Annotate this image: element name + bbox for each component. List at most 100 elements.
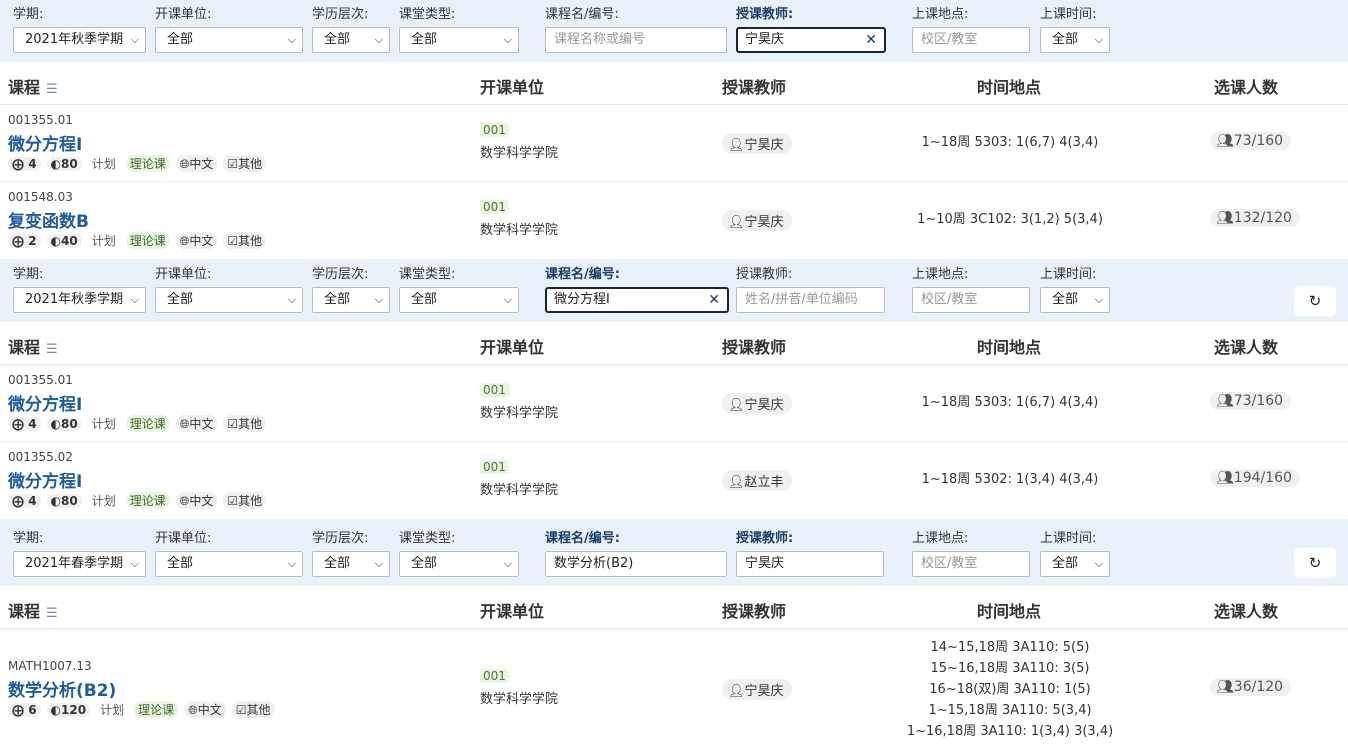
type-select[interactable]: 全部 ⌵ bbox=[399, 27, 519, 53]
search-panel-3: 学期: 2021年春季学期 ⌵ 开课单位: 全部 ⌵ 学历层次: 全部 ⌵ 课堂类型:… bbox=[0, 520, 1348, 753]
check-square-icon: ☑ bbox=[227, 234, 239, 248]
search-panel-2: 学期: 2021年秋季学期 ⌵ 开课单位: 全部 ⌵ 学历层次: 全部 ⌵ 课堂类型:… bbox=[0, 260, 1348, 520]
teacher-badge[interactable]: 👤︎宁昊庆 bbox=[722, 393, 792, 414]
credit-value: 4 bbox=[28, 157, 37, 171]
time-filter: 上课时间: 全部 ⌵ bbox=[1040, 266, 1110, 313]
place-input[interactable]: 校区/教室 bbox=[912, 27, 1030, 53]
other-tag: ☑其他 bbox=[223, 492, 267, 509]
level-select[interactable]: 全部 ⌵ bbox=[312, 287, 390, 313]
teacher-input[interactable]: 姓名/拼音/单位编码 bbox=[736, 287, 885, 313]
place-input[interactable]: 校区/教室 bbox=[912, 287, 1030, 313]
sort-icon[interactable]: ☰ bbox=[46, 82, 58, 97]
hours-badge: ◐120 bbox=[46, 703, 91, 717]
course-name-link[interactable]: 复变函数B bbox=[8, 207, 89, 232]
chevron-down-icon: ⌵ bbox=[374, 33, 383, 46]
enroll-count: 73/160 bbox=[1233, 393, 1284, 409]
unit-value: 全部 bbox=[167, 556, 194, 571]
course-name-link[interactable]: 微分方程I bbox=[8, 467, 82, 492]
type-select[interactable]: 全部 ⌵ bbox=[399, 287, 519, 313]
type-select[interactable]: 全部 ⌵ bbox=[399, 551, 519, 577]
table-row[interactable]: 001355.02 微分方程I ⨁ 4 ◐80 计划 理论课 🌐︎中文 ☑其他 001 数… bbox=[0, 442, 1348, 520]
course-input[interactable]: 课程名称或编号 bbox=[545, 27, 727, 53]
teacher-badge[interactable]: 👤︎宁昊庆 bbox=[722, 210, 792, 231]
other-tag: ☑其他 bbox=[231, 701, 275, 718]
header-course[interactable]: 课程 ☰ bbox=[8, 74, 58, 98]
course-tags: ⨁ 4 ◐80 计划 理论课 🌐︎中文 ☑其他 bbox=[8, 492, 272, 509]
course-input[interactable]: 微分方程I ✕ bbox=[545, 287, 729, 313]
time-value: 全部 bbox=[1052, 556, 1079, 571]
term-select[interactable]: 2021年秋季学期 ⌵ bbox=[13, 27, 146, 53]
level-filter: 学历层次: 全部 ⌵ bbox=[312, 530, 390, 577]
clear-icon[interactable]: ✕ bbox=[708, 289, 720, 311]
hours-value: 120 bbox=[61, 703, 87, 717]
people-icon: 👥︎ bbox=[1216, 133, 1234, 149]
header-course[interactable]: 课程 ☰ bbox=[8, 334, 58, 358]
level-value: 全部 bbox=[324, 556, 351, 571]
credit-value: 6 bbox=[28, 703, 37, 717]
term-select[interactable]: 2021年秋季学期 ⌵ bbox=[13, 287, 146, 313]
level-filter: 学历层次: 全部 ⌵ bbox=[312, 266, 390, 313]
teacher-badge[interactable]: 👤︎赵立丰 bbox=[722, 470, 792, 491]
chevron-down-icon: ⌵ bbox=[1094, 293, 1103, 306]
course-name-link[interactable]: 数学分析(B2) bbox=[8, 676, 116, 701]
time-place: 1~18周 5303: 1(6,7) 4(3,4) bbox=[880, 392, 1140, 413]
reset-button[interactable]: ↻ bbox=[1294, 548, 1336, 578]
time-place-line: 15~16,18周 3A110: 3(5) bbox=[930, 661, 1090, 676]
type-value: 全部 bbox=[411, 292, 438, 307]
teacher-badge[interactable]: 👤︎宁昊庆 bbox=[722, 133, 792, 154]
course-tags: ⨁ 2 ◐40 计划 理论课 🌐︎中文 ☑其他 bbox=[8, 232, 272, 249]
time-place-line: 1~18周 5303: 1(6,7) 4(3,4) bbox=[921, 395, 1099, 410]
type-label: 课堂类型: bbox=[399, 531, 456, 546]
filter-bar: 学期: 2021年秋季学期 ⌵ 开课单位: 全部 ⌵ 学历层次: 全部 ⌵ 课堂类型:… bbox=[0, 260, 1348, 322]
hours-badge: ◐80 bbox=[46, 494, 82, 508]
enroll-badge: 👥︎132/120 bbox=[1210, 209, 1300, 227]
sort-icon[interactable]: ☰ bbox=[46, 342, 58, 357]
check-square-icon: ☑ bbox=[227, 417, 239, 431]
other-tag: ☑其他 bbox=[223, 155, 267, 172]
unit-select[interactable]: 全部 ⌵ bbox=[155, 551, 303, 577]
table-row[interactable]: MATH1007.13 数学分析(B2) ⨁ 6 ◐120 计划 理论课 🌐︎中文 ☑其他… bbox=[0, 629, 1348, 753]
course-name-link[interactable]: 微分方程I bbox=[8, 390, 82, 415]
type-label: 课堂类型: bbox=[399, 7, 456, 22]
time-place-line: 1~18周 5302: 1(3,4) 4(3,4) bbox=[921, 472, 1099, 487]
unit-select[interactable]: 全部 ⌵ bbox=[155, 27, 303, 53]
course-input[interactable]: 数学分析(B2) bbox=[545, 551, 727, 577]
table-row[interactable]: 001548.03 复变函数B ⨁ 2 ◐40 计划 理论课 🌐︎中文 ☑其他 001 数… bbox=[0, 182, 1348, 260]
teacher-input[interactable]: 宁昊庆 ✕ bbox=[736, 27, 886, 53]
sort-icon[interactable]: ☰ bbox=[46, 606, 58, 621]
teacher-name: 赵立丰 bbox=[744, 475, 784, 490]
place-filter: 上课地点: 校区/教室 bbox=[912, 6, 1030, 53]
table-row[interactable]: 001355.01 微分方程I ⨁ 4 ◐80 计划 理论课 🌐︎中文 ☑其他 001 数… bbox=[0, 105, 1348, 182]
teacher-input[interactable]: 宁昊庆 bbox=[736, 551, 884, 577]
chevron-down-icon: ⌵ bbox=[503, 33, 512, 46]
credit-value: 4 bbox=[28, 494, 37, 508]
header-course[interactable]: 课程 ☰ bbox=[8, 598, 58, 622]
course-name-link[interactable]: 微分方程I bbox=[8, 130, 82, 155]
unit-filter: 开课单位: 全部 ⌵ bbox=[155, 266, 303, 313]
clear-icon[interactable]: ✕ bbox=[865, 29, 877, 51]
time-place-line: 1~15,18周 3A110: 5(3,4) bbox=[928, 703, 1092, 718]
place-input[interactable]: 校区/教室 bbox=[912, 551, 1030, 577]
level-select[interactable]: 全部 ⌵ bbox=[312, 27, 390, 53]
credit-badge: ⨁ 6 bbox=[8, 703, 41, 717]
unit-name: 数学科学学院 bbox=[480, 146, 559, 161]
teacher-badge[interactable]: 👤︎宁昊庆 bbox=[722, 679, 792, 700]
people-icon: 👥︎ bbox=[1216, 393, 1234, 409]
teacher-name: 宁昊庆 bbox=[744, 215, 784, 230]
unit-select[interactable]: 全部 ⌵ bbox=[155, 287, 303, 313]
chevron-down-icon: ⌵ bbox=[287, 293, 296, 306]
time-select[interactable]: 全部 ⌵ bbox=[1040, 551, 1110, 577]
term-value: 2021年春季学期 bbox=[25, 556, 124, 571]
teacher-label: 授课教师: bbox=[736, 267, 793, 282]
table-row[interactable]: 001355.01 微分方程I ⨁ 4 ◐80 计划 理论课 🌐︎中文 ☑其他 001 数… bbox=[0, 365, 1348, 442]
level-select[interactable]: 全部 ⌵ bbox=[312, 551, 390, 577]
chevron-down-icon: ⌵ bbox=[287, 33, 296, 46]
header-course-label: 课程 bbox=[8, 338, 41, 357]
term-value: 2021年秋季学期 bbox=[25, 292, 124, 307]
time-select[interactable]: 全部 ⌵ bbox=[1040, 287, 1110, 313]
term-select[interactable]: 2021年春季学期 ⌵ bbox=[13, 551, 146, 577]
time-select[interactable]: 全部 ⌵ bbox=[1040, 27, 1110, 53]
chevron-down-icon: ⌵ bbox=[503, 557, 512, 570]
reset-button[interactable]: ↻ bbox=[1294, 286, 1336, 316]
course-code: 001355.01 bbox=[8, 113, 73, 127]
